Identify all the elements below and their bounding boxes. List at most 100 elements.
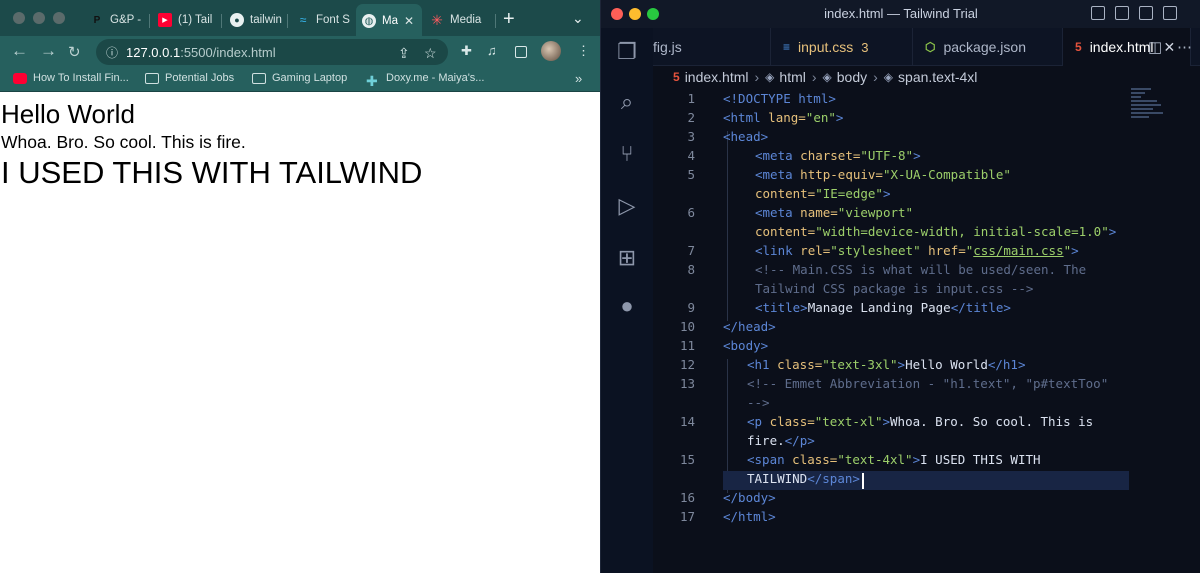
line-number: 14 bbox=[679, 414, 695, 429]
line-number: 5 bbox=[687, 167, 695, 182]
asterisk-icon: ✳ bbox=[431, 11, 443, 28]
toggle-secondary-sidebar-icon[interactable] bbox=[1139, 6, 1153, 20]
tab-divider bbox=[287, 14, 288, 28]
browser-tab-youtube[interactable]: ▶ (1) Tail bbox=[152, 6, 220, 34]
code-line: <p class="text-xl">Whoa. Bro. So cool. T… bbox=[747, 414, 1094, 429]
browser-toolbar: ← → ↻ ⓘ 127.0.0.1:5500/index.html ⇪ ☆ ✚ … bbox=[0, 36, 600, 68]
forward-arrow-icon[interactable]: → bbox=[40, 41, 57, 61]
customize-layout-icon[interactable] bbox=[1163, 6, 1177, 20]
split-editor-icon[interactable]: ◫ bbox=[1148, 38, 1162, 56]
folder-icon bbox=[252, 72, 266, 84]
editor-tab-index-html[interactable]: 5 index.html ✕ bbox=[1063, 28, 1191, 66]
bookmark-item[interactable]: How To Install Fin... bbox=[13, 72, 129, 84]
code-line: <!-- Emmet Abbreviation - "h1.text", "p#… bbox=[747, 376, 1109, 391]
maximize-window-button[interactable] bbox=[53, 12, 65, 24]
code-line: <h1 class="text-3xl">Hello World</h1> bbox=[747, 357, 1026, 372]
toggle-sidebar-icon[interactable] bbox=[1091, 6, 1105, 20]
tab-label: Ma bbox=[382, 15, 398, 27]
code-line: <link rel="stylesheet" href="css/main.cs… bbox=[755, 243, 1079, 258]
chevron-right-icon: › bbox=[811, 69, 817, 85]
tab-divider bbox=[495, 14, 496, 28]
github-icon: ● bbox=[230, 13, 244, 27]
close-tab-icon[interactable]: ✕ bbox=[1164, 39, 1176, 56]
code-line: <title>Manage Landing Page</title> bbox=[755, 300, 1011, 315]
element-cube-icon: ◈ bbox=[822, 70, 832, 84]
line-number: 12 bbox=[679, 357, 695, 372]
address-bar[interactable]: ⓘ 127.0.0.1:5500/index.html ⇪ ☆ bbox=[96, 39, 448, 65]
problems-badge: 3 bbox=[861, 39, 869, 55]
close-tab-icon[interactable]: ✕ bbox=[404, 14, 414, 28]
bookmark-item[interactable]: ✚ Doxy.me - Maiya's... bbox=[366, 72, 484, 89]
code-line: TAILWIND</span> bbox=[747, 471, 860, 486]
editor-tab-config[interactable]: fig.js bbox=[653, 28, 771, 66]
bookmark-folder[interactable]: Potential Jobs bbox=[145, 72, 234, 84]
line-number: 1 bbox=[687, 91, 695, 106]
globe-icon: ◍ bbox=[362, 14, 376, 28]
browser-tab-media[interactable]: ✳ Media bbox=[424, 6, 494, 34]
browser-tab-active[interactable]: ◍ Ma ✕ bbox=[356, 4, 422, 38]
share-icon[interactable]: ⇪ bbox=[398, 45, 410, 62]
breadcrumb-item[interactable]: html bbox=[779, 69, 805, 85]
line-number: 8 bbox=[687, 262, 695, 277]
explorer-files-icon[interactable]: ❐ bbox=[613, 38, 641, 66]
code-line: </head> bbox=[723, 319, 776, 334]
more-bookmarks-icon[interactable]: » bbox=[575, 71, 582, 86]
page-span-large: I USED THIS WITH TAILWIND bbox=[1, 155, 423, 190]
browser-window: P G&P - ▶ (1) Tail ● tailwin ≈ Font S ◍ … bbox=[0, 0, 600, 573]
folder-icon bbox=[145, 72, 159, 84]
element-cube-icon: ◈ bbox=[883, 70, 894, 84]
page-heading: Hello World bbox=[1, 99, 135, 129]
element-cube-icon: ◈ bbox=[765, 70, 775, 84]
bookmarks-bar: How To Install Fin... Potential Jobs Gam… bbox=[0, 68, 600, 92]
tab-search-chevron-icon[interactable]: ⌄ bbox=[572, 10, 584, 27]
browser-tab-font[interactable]: ≈ Font S bbox=[290, 6, 354, 34]
tab-divider bbox=[221, 14, 222, 28]
minimize-window-button[interactable] bbox=[33, 12, 45, 24]
code-area[interactable]: 1 2 3 4 5 6 7 8 9 10 11 12 13 14 15 16 1… bbox=[653, 88, 1200, 573]
profile-avatar[interactable] bbox=[541, 41, 561, 61]
breadcrumb-item[interactable]: index.html bbox=[685, 69, 749, 85]
run-debug-icon[interactable]: ▷ bbox=[613, 192, 641, 220]
back-arrow-icon[interactable]: ← bbox=[11, 41, 28, 61]
site-info-icon[interactable]: ⓘ bbox=[106, 44, 118, 61]
close-window-button[interactable] bbox=[13, 12, 25, 24]
breadcrumb-item[interactable]: body bbox=[837, 69, 867, 85]
code-line: <body> bbox=[723, 338, 769, 353]
breadcrumb-item[interactable]: span.text-4xl bbox=[898, 69, 977, 85]
extensions-puzzle-icon[interactable]: ✚ bbox=[461, 43, 472, 59]
code-line: --> bbox=[747, 395, 770, 410]
media-control-icon[interactable]: ♫ bbox=[487, 43, 497, 58]
side-panel-icon[interactable] bbox=[515, 46, 527, 58]
line-number: 6 bbox=[687, 205, 695, 220]
browser-tabstrip: P G&P - ▶ (1) Tail ● tailwin ≈ Font S ◍ … bbox=[0, 0, 600, 38]
code-line: <span class="text-4xl">I USED THIS WITH bbox=[747, 452, 1041, 467]
chevron-right-icon: › bbox=[754, 69, 760, 85]
extensions-icon[interactable]: ⊞ bbox=[613, 244, 641, 272]
editor-tab-package-json[interactable]: ⬡ package.json bbox=[913, 28, 1063, 66]
editor-tab-input-css[interactable]: ≡ input.css 3 bbox=[771, 28, 913, 66]
browser-tab-gp[interactable]: P G&P - bbox=[84, 6, 146, 34]
code-line: content="width=device-width, initial-sca… bbox=[755, 224, 1117, 239]
editor-more-icon[interactable]: ⋯ bbox=[1177, 38, 1192, 56]
github-icon[interactable]: ● bbox=[613, 292, 641, 320]
code-line: <!-- Main.CSS is what will be used/seen.… bbox=[755, 262, 1087, 277]
line-number: 17 bbox=[679, 509, 695, 524]
bookmark-star-icon[interactable]: ☆ bbox=[424, 45, 437, 62]
bookmark-folder[interactable]: Gaming Laptop bbox=[252, 72, 347, 84]
toggle-panel-icon[interactable] bbox=[1115, 6, 1129, 20]
tab-label: (1) Tail bbox=[178, 14, 213, 26]
search-icon[interactable]: ⌕ bbox=[613, 88, 641, 116]
reload-icon[interactable]: ↻ bbox=[68, 43, 81, 61]
line-number: 10 bbox=[679, 319, 695, 334]
browser-tab-github[interactable]: ● tailwin bbox=[224, 6, 286, 34]
activity-bar: ❐ ⌕ ⑂ ▷ ⊞ ● bbox=[601, 28, 653, 573]
tab-label: Media bbox=[450, 14, 482, 26]
breadcrumb: 5 index.html › ◈ html › ◈ body › ◈ span.… bbox=[653, 66, 1200, 88]
minimap[interactable] bbox=[1131, 88, 1171, 128]
new-tab-button[interactable]: + bbox=[503, 8, 515, 31]
source-control-icon[interactable]: ⑂ bbox=[613, 140, 641, 168]
doxy-icon: ✚ bbox=[366, 72, 378, 89]
more-menu-icon[interactable]: ⋮ bbox=[577, 43, 590, 59]
line-number: 2 bbox=[687, 110, 695, 125]
code-line: <!DOCTYPE html> bbox=[723, 91, 836, 106]
